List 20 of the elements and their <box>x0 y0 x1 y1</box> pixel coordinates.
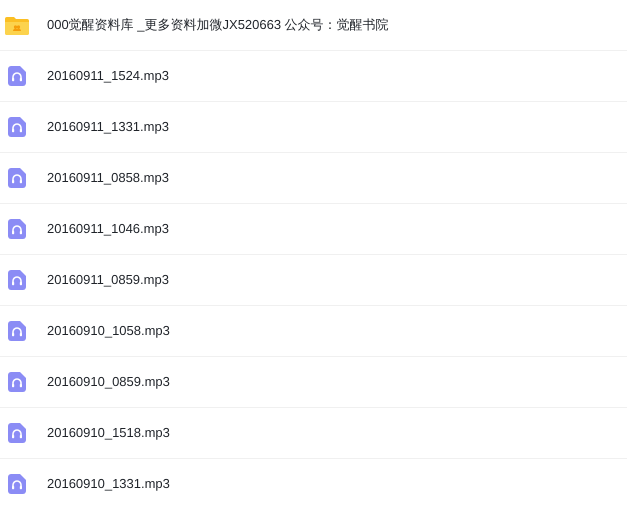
headphones-icon <box>8 219 26 239</box>
headphones-icon <box>8 270 26 290</box>
file-name[interactable]: 20160910_1518.mp3 <box>47 423 170 443</box>
headphones-icon <box>8 372 26 392</box>
headphones-icon <box>8 168 26 188</box>
file-name[interactable]: 20160911_1331.mp3 <box>47 117 169 137</box>
headphones-icon <box>8 423 26 443</box>
file-name[interactable]: 20160910_1058.mp3 <box>47 321 170 341</box>
file-name[interactable]: 20160911_0859.mp3 <box>47 270 169 290</box>
file-name[interactable]: 20160910_1331.mp3 <box>47 474 170 494</box>
file-name[interactable]: 20160910_0859.mp3 <box>47 372 170 392</box>
headphones-icon <box>8 474 26 494</box>
file-name[interactable]: 20160911_1046.mp3 <box>47 219 169 239</box>
file-name[interactable]: 000觉醒资料库 _更多资料加微JX520663 公众号：觉醒书院 <box>47 15 389 35</box>
headphones-icon <box>8 321 26 341</box>
file-name[interactable]: 20160911_0858.mp3 <box>47 168 169 188</box>
file-name[interactable]: 20160911_1524.mp3 <box>47 66 169 86</box>
headphones-icon <box>8 66 26 86</box>
folder-icon <box>5 15 29 35</box>
headphones-icon <box>8 117 26 137</box>
